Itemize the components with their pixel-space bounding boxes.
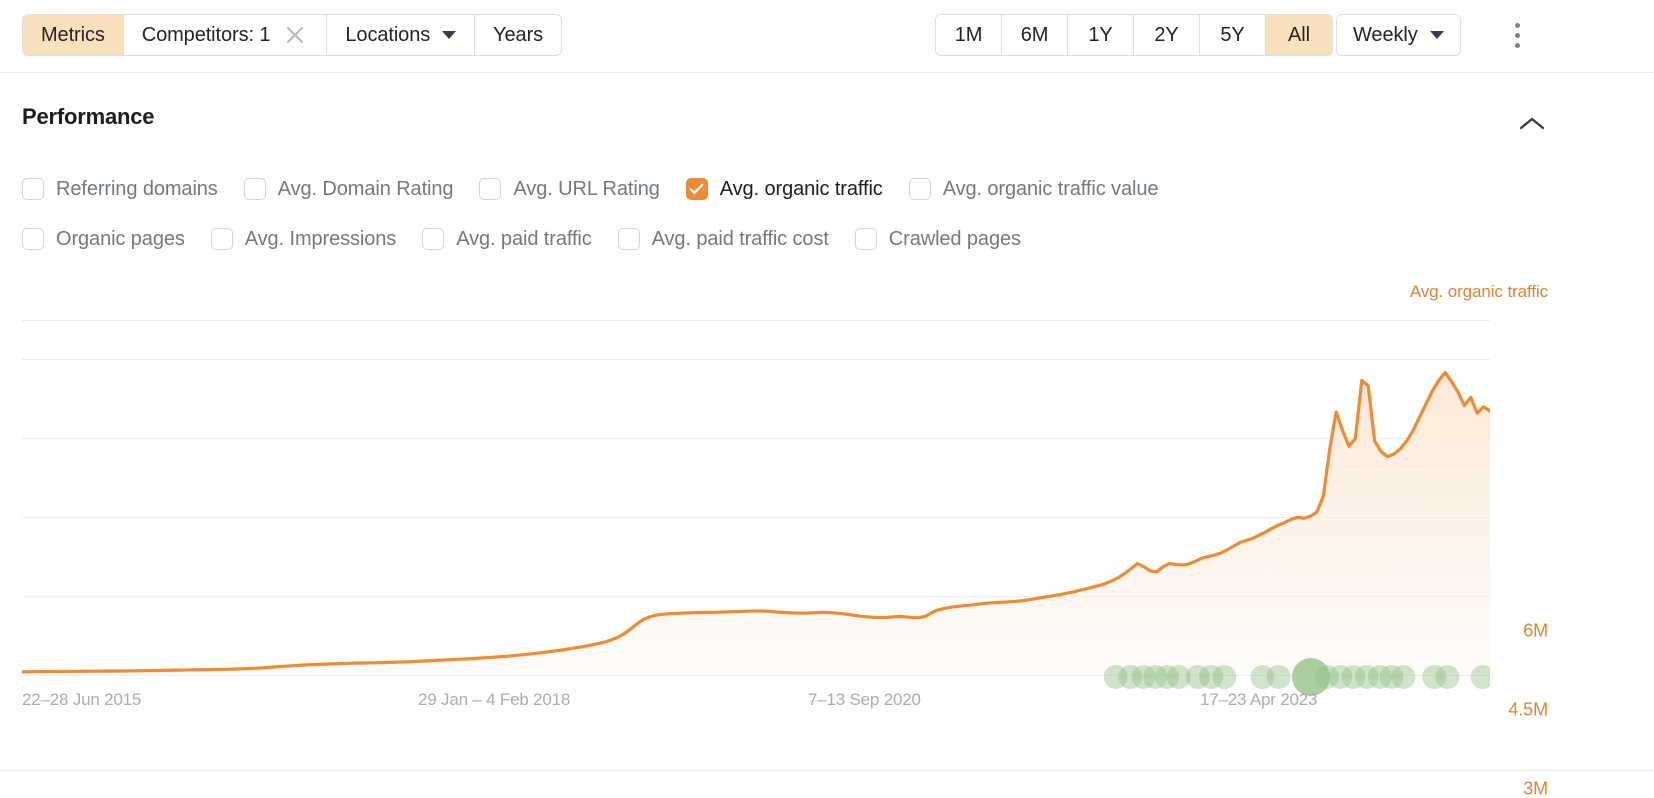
metric-label: Avg. organic traffic value bbox=[942, 177, 1159, 200]
chart-plot-area[interactable] bbox=[22, 320, 1490, 696]
checkbox-icon[interactable] bbox=[617, 228, 640, 250]
filter-button-label: Locations bbox=[345, 23, 431, 46]
page-title: Performance bbox=[22, 104, 155, 129]
granularity-button[interactable]: Weekly bbox=[1337, 15, 1460, 55]
panel-divider bbox=[0, 770, 1654, 771]
x-axis-tick-label: 29 Jan – 4 Feb 2018 bbox=[418, 690, 571, 709]
y-axis-tick-label: 3M bbox=[1523, 778, 1548, 798]
checkbox-icon[interactable] bbox=[22, 178, 44, 200]
performance-panel: Metrics Competitors: 1 Locations Years 1M 6M… bbox=[0, 0, 1654, 798]
metric-checkbox-avg-impressions[interactable]: Avg. Impressions bbox=[210, 227, 397, 251]
x-axis-tick-label: 7–13 Sep 2020 bbox=[808, 690, 921, 709]
metric-label: Avg. organic traffic bbox=[719, 177, 883, 200]
filter-button-competitors-1[interactable]: Competitors: 1 bbox=[123, 15, 328, 55]
metric-label: Avg. Domain Rating bbox=[277, 177, 454, 200]
range-button-all[interactable]: All bbox=[1266, 15, 1332, 55]
metric-label: Crawled pages bbox=[888, 227, 1021, 250]
filter-button-years[interactable]: Years bbox=[475, 15, 562, 55]
range-button-2y[interactable]: 2Y bbox=[1134, 15, 1200, 55]
google-update-marker[interactable] bbox=[1391, 665, 1416, 689]
y-axis-tick-label: 6M bbox=[1523, 620, 1548, 641]
range-button-1y[interactable]: 1Y bbox=[1068, 15, 1134, 55]
metric-label: Avg. paid traffic bbox=[456, 227, 592, 250]
y-axis-tick-label: 4.5M bbox=[1508, 699, 1548, 720]
kebab-dot bbox=[1514, 32, 1520, 38]
checkbox-icon[interactable] bbox=[243, 178, 266, 200]
granularity-dropdown[interactable]: Weekly bbox=[1336, 14, 1461, 56]
filter-button-group: Metrics Competitors: 1 Locations Years bbox=[22, 14, 563, 56]
metric-checkbox-referring-domains[interactable]: Referring domains bbox=[22, 178, 218, 201]
metric-checkbox-organic-pages[interactable]: Organic pages bbox=[22, 228, 185, 251]
range-button-5y[interactable]: 5Y bbox=[1200, 15, 1266, 55]
google-update-marker[interactable] bbox=[1435, 665, 1460, 689]
metric-label: Referring domains bbox=[56, 177, 218, 200]
checkbox-icon[interactable] bbox=[210, 228, 233, 250]
metric-checkbox-avg-organic-traffic-value[interactable]: Avg. organic traffic value bbox=[908, 177, 1159, 201]
metric-label: Avg. Impressions bbox=[244, 227, 397, 250]
performance-chart: Avg. organic traffic 6M4.5M3M1.5M0 22–28… bbox=[0, 272, 1654, 798]
top-toolbar: Metrics Competitors: 1 Locations Years 1M 6M… bbox=[0, 0, 1654, 73]
metric-label: Avg. paid traffic cost bbox=[651, 227, 829, 250]
granularity-label: Weekly bbox=[1353, 23, 1418, 46]
checkbox-icon[interactable] bbox=[422, 228, 445, 250]
metric-checkbox-avg-domain-rating[interactable]: Avg. Domain Rating bbox=[243, 177, 454, 201]
kebab-dot bbox=[1514, 22, 1520, 28]
metric-label: Avg. URL Rating bbox=[513, 177, 660, 200]
filter-button-locations[interactable]: Locations bbox=[327, 15, 476, 55]
metric-checkbox-list: Referring domains Avg. Domain Rating Avg. … bbox=[22, 168, 1622, 260]
y-axis-title: Avg. organic traffic bbox=[1409, 282, 1548, 301]
metric-checkbox-crawled-pages[interactable]: Crawled pages bbox=[854, 227, 1021, 251]
google-update-marker[interactable] bbox=[1266, 665, 1291, 689]
checkbox-checked-icon[interactable] bbox=[685, 178, 708, 200]
kebab-menu-icon[interactable] bbox=[1505, 14, 1529, 56]
filter-button-label: Competitors: 1 bbox=[141, 23, 271, 46]
range-button-1m[interactable]: 1M bbox=[936, 15, 1002, 55]
checkbox-icon[interactable] bbox=[854, 228, 877, 250]
google-update-marker[interactable] bbox=[1212, 665, 1237, 689]
x-axis-tick-label: 22–28 Jun 2015 bbox=[22, 690, 142, 709]
filter-button-metrics[interactable]: Metrics bbox=[23, 15, 124, 55]
checkbox-icon[interactable] bbox=[479, 178, 502, 200]
chevron-down-icon bbox=[442, 31, 457, 39]
filter-button-label: Years bbox=[493, 23, 544, 46]
chevron-up-icon[interactable] bbox=[1516, 108, 1548, 140]
close-icon[interactable] bbox=[282, 22, 308, 48]
metric-checkbox-avg-organic-traffic[interactable]: Avg. organic traffic bbox=[685, 177, 883, 201]
metric-checkbox-avg-url-rating[interactable]: Avg. URL Rating bbox=[479, 177, 660, 201]
date-range-button-group: 1M 6M 1Y 2Y 5Y All bbox=[935, 14, 1333, 56]
metric-checkbox-avg-paid-traffic-cost[interactable]: Avg. paid traffic cost bbox=[617, 227, 829, 251]
checkbox-icon[interactable] bbox=[908, 178, 931, 200]
metric-row: Organic pages Avg. Impressions Avg. paid t… bbox=[22, 218, 1622, 260]
metric-label: Organic pages bbox=[56, 227, 185, 250]
metric-row: Referring domains Avg. Domain Rating Avg. … bbox=[22, 168, 1622, 210]
checkbox-icon[interactable] bbox=[22, 228, 44, 250]
chart-area-fill bbox=[22, 372, 1490, 675]
chart-series-svg bbox=[22, 370, 1490, 696]
x-axis-tick-label: 17–23 Apr 2023 bbox=[1200, 690, 1318, 709]
kebab-dot bbox=[1514, 42, 1520, 48]
filter-button-label: Metrics bbox=[41, 23, 105, 46]
range-button-6m[interactable]: 6M bbox=[1002, 15, 1068, 55]
metric-checkbox-avg-paid-traffic[interactable]: Avg. paid traffic bbox=[422, 227, 592, 251]
chevron-down-icon bbox=[1429, 31, 1444, 39]
